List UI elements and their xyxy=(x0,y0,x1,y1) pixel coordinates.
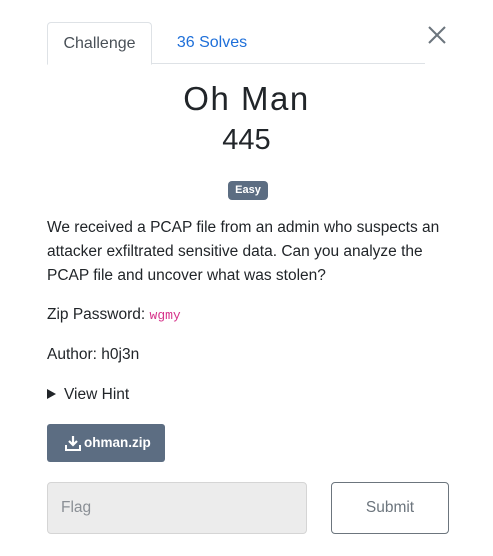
close-icon[interactable] xyxy=(424,22,450,48)
tab-solves[interactable]: 36 Solves xyxy=(152,22,272,64)
view-hint-label: View Hint xyxy=(64,386,130,403)
download-file-button[interactable]: ohman.zip xyxy=(47,424,165,462)
challenge-tabs: Challenge 36 Solves xyxy=(47,22,425,65)
zip-password: Zip Password: wgmy xyxy=(47,306,181,324)
download-file-label: ohman.zip xyxy=(84,435,151,450)
zip-password-label: Zip Password: xyxy=(47,306,150,323)
tab-challenge[interactable]: Challenge xyxy=(47,22,152,65)
challenge-author: Author: h0j3n xyxy=(47,346,140,363)
challenge-points: 445 xyxy=(222,124,271,156)
flag-input[interactable] xyxy=(47,482,307,534)
submit-button[interactable]: Submit xyxy=(331,482,449,534)
challenge-description: We received a PCAP file from an admin wh… xyxy=(47,219,440,284)
difficulty-badge: Easy xyxy=(228,181,268,200)
zip-password-value: wgmy xyxy=(149,308,181,323)
challenge-title: Oh Man xyxy=(183,80,310,117)
download-icon xyxy=(65,436,81,451)
caret-right-icon xyxy=(47,389,56,399)
view-hint-toggle[interactable]: View Hint xyxy=(47,386,129,404)
